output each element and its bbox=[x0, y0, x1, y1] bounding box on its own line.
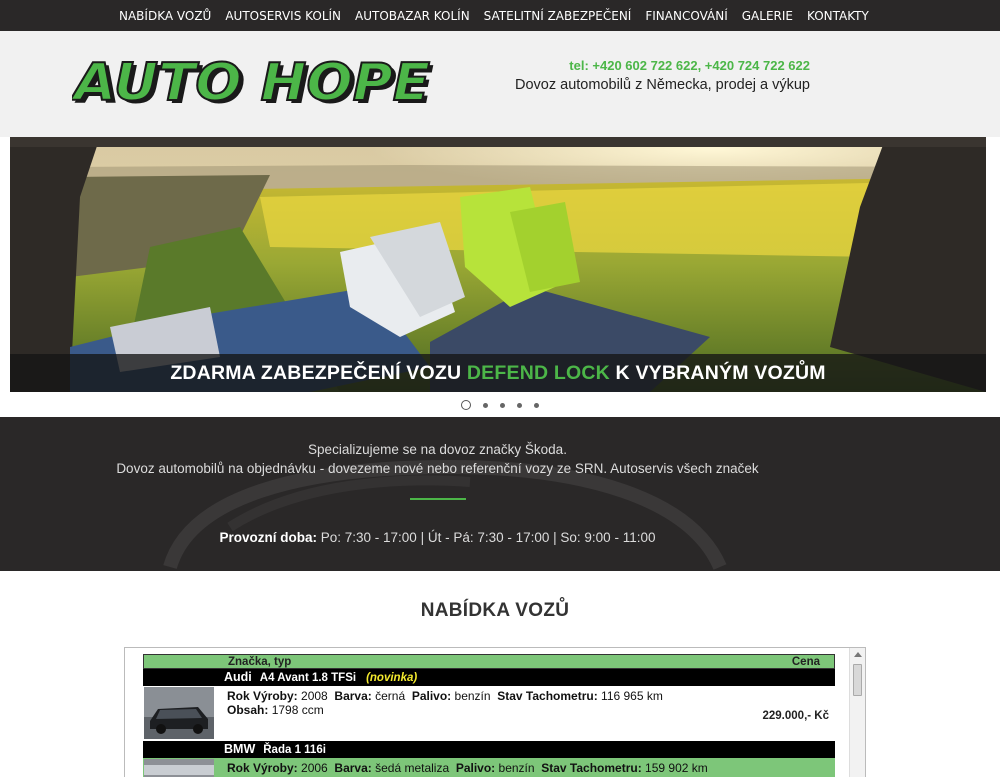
spec-fuel: benzín bbox=[454, 689, 491, 703]
spec-year: 2008 bbox=[301, 689, 328, 703]
car-offers-table: Značka, typ Cena Audi A4 Avant 1.8 TFSi (n… bbox=[143, 654, 835, 777]
car-title-row[interactable]: BMW Řada 1 116i bbox=[143, 741, 835, 758]
car-detail-row[interactable]: Rok Výroby: 2008 Barva: černá Palivo: be… bbox=[143, 686, 835, 741]
spec-km-label: Stav Tachometru: bbox=[497, 689, 598, 703]
slider-dot-5[interactable] bbox=[534, 403, 539, 408]
offers-heading: NABÍDKA VOZŮ bbox=[420, 600, 570, 621]
info-import-service: Dovoz automobilů na objednávku - dovezem… bbox=[116, 461, 759, 476]
opening-hours-value: Po: 7:30 - 17:00 | Út - Pá: 7:30 - 17:00… bbox=[317, 530, 656, 545]
slider-dot-4[interactable] bbox=[517, 403, 522, 408]
spec-year: 2006 bbox=[301, 761, 328, 775]
nav-item-kontakty[interactable]: KONTAKTY bbox=[800, 9, 876, 23]
spec-fuel-label: Palivo: bbox=[455, 761, 496, 775]
car-offers-frame[interactable]: Značka, typ Cena Audi A4 Avant 1.8 TFSi (n… bbox=[124, 647, 866, 777]
column-make: Značka, typ bbox=[228, 656, 292, 668]
car-brand: Audi bbox=[224, 670, 252, 684]
car-price: 229.000,- Kč bbox=[762, 710, 830, 722]
spec-fuel: benzín bbox=[498, 761, 535, 775]
site-logo[interactable]: AUTO HOPE AUTO HOPE bbox=[72, 56, 438, 110]
slider-dot-3[interactable] bbox=[500, 403, 505, 408]
slider-dots bbox=[0, 400, 1000, 414]
car-photo[interactable] bbox=[144, 687, 214, 739]
car-title-row[interactable]: Audi A4 Avant 1.8 TFSi (novinka) bbox=[143, 669, 835, 686]
spec-volume: 1798 ccm bbox=[271, 703, 324, 717]
hero-slider[interactable]: ZDARMA ZABEZPEČENÍ VOZU DEFEND LOCK K VY… bbox=[10, 137, 986, 392]
scroll-thumb[interactable] bbox=[853, 664, 862, 696]
opening-hours-label: Provozní doba: bbox=[219, 530, 318, 545]
car-detail-row[interactable]: Rok Výroby: 2006 Barva: šedá metaliza Pa… bbox=[143, 758, 835, 777]
logo-text: AUTO HOPE bbox=[72, 56, 430, 110]
spec-km-label: Stav Tachometru: bbox=[541, 761, 642, 775]
top-navigation: NABÍDKA VOZŮ AUTOSERVIS KOLÍN AUTOBAZAR … bbox=[0, 0, 1000, 31]
spec-fuel-label: Palivo: bbox=[411, 689, 452, 703]
frame-scrollbar[interactable] bbox=[849, 648, 865, 777]
new-badge: (novinka) bbox=[366, 672, 418, 684]
caption-text-after: K VYBRANÝM VOZŮM bbox=[609, 361, 826, 384]
caption-text-before: ZDARMA ZABEZPEČENÍ VOZU bbox=[170, 361, 467, 384]
nav-item-nabidka-vozu[interactable]: NABÍDKA VOZŮ bbox=[112, 9, 218, 23]
nav-item-galerie[interactable]: GALERIE bbox=[735, 9, 800, 23]
header-tagline: Dovoz automobilů z Německa, prodej a výk… bbox=[515, 77, 810, 93]
green-divider bbox=[410, 498, 466, 500]
opening-hours: Provozní doba: Po: 7:30 - 17:00 | Út - P… bbox=[0, 530, 875, 545]
spec-color-label: Barva: bbox=[334, 689, 372, 703]
scroll-up-arrow-icon[interactable] bbox=[854, 652, 862, 657]
car-brand: BMW bbox=[224, 742, 256, 756]
nav-item-satelitni-zabezpeceni[interactable]: SATELITNÍ ZABEZPEČENÍ bbox=[477, 9, 639, 23]
info-specialization: Specializujeme se na dovoz značky Škoda. bbox=[308, 442, 567, 457]
spec-color-label: Barva: bbox=[334, 761, 372, 775]
car-model: Řada 1 116i bbox=[263, 744, 326, 756]
spec-year-label: Rok Výroby: bbox=[227, 761, 298, 775]
spec-volume-label: Obsah: bbox=[227, 703, 269, 717]
spec-color: šedá metaliza bbox=[375, 761, 450, 775]
nav-item-autobazar[interactable]: AUTOBAZAR KOLÍN bbox=[348, 9, 477, 23]
spec-color: černá bbox=[375, 689, 406, 703]
spec-km: 116 965 km bbox=[601, 689, 663, 703]
spec-year-label: Rok Výroby: bbox=[227, 689, 298, 703]
slide-caption: ZDARMA ZABEZPEČENÍ VOZU DEFEND LOCK K VY… bbox=[10, 354, 986, 392]
info-band: Specializujeme se na dovoz značky Škoda.… bbox=[0, 417, 1000, 571]
contact-phones[interactable]: tel: +420 602 722 622, +420 724 722 622 bbox=[510, 58, 810, 73]
car-specs: Rok Výroby: 2008 Barva: černá Palivo: be… bbox=[227, 689, 663, 717]
car-specs: Rok Výroby: 2006 Barva: šedá metaliza Pa… bbox=[227, 761, 708, 775]
car-model: A4 Avant 1.8 TFSi bbox=[259, 672, 357, 684]
car-photo[interactable] bbox=[144, 759, 214, 777]
spec-km: 159 902 km bbox=[645, 761, 708, 775]
slider-dot-2[interactable] bbox=[483, 403, 488, 408]
table-header: Značka, typ Cena bbox=[143, 654, 835, 669]
slider-dot-1[interactable] bbox=[461, 400, 471, 410]
nav-item-financovani[interactable]: FINANCOVÁNÍ bbox=[638, 9, 734, 23]
caption-highlight: DEFEND LOCK bbox=[466, 361, 610, 384]
column-price: Cena bbox=[791, 656, 820, 668]
nav-item-autoservis[interactable]: AUTOSERVIS KOLÍN bbox=[218, 9, 348, 23]
